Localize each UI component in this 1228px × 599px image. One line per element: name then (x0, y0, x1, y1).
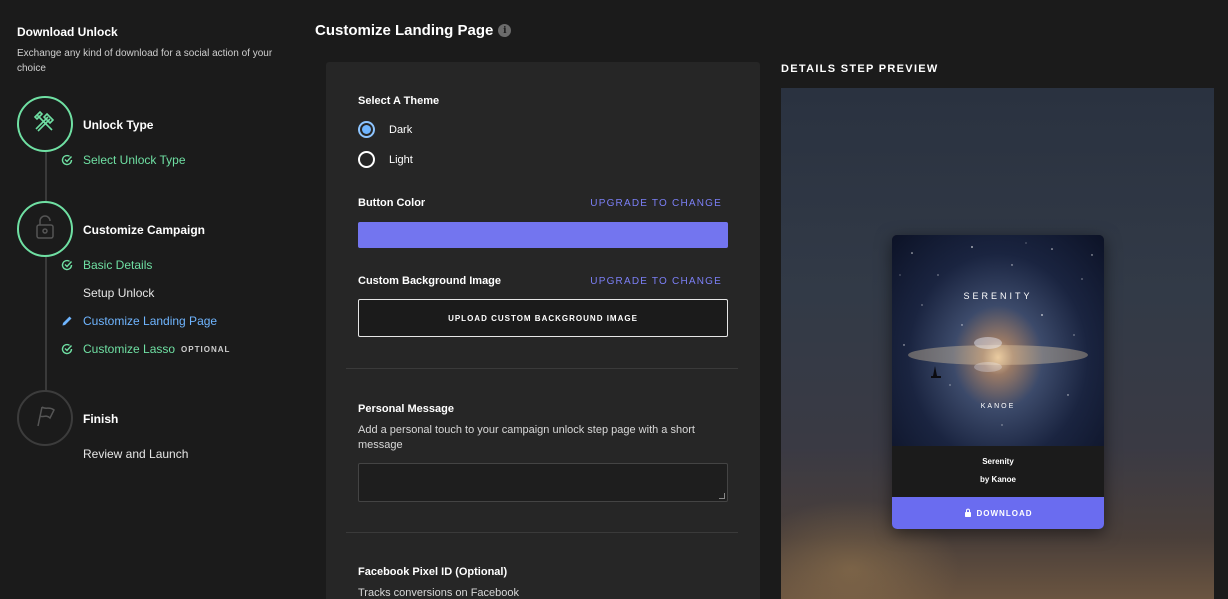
lock-icon (964, 508, 972, 519)
check-circle-icon (60, 153, 74, 167)
artwork-title: SERENITY (963, 291, 1033, 301)
personal-message-help: Add a personal touch to your campaign un… (358, 424, 695, 451)
info-icon[interactable]: i (498, 24, 512, 37)
preview-area: SERENITY KANOE Serenity by Kanoe DOWNLOA… (781, 88, 1214, 599)
preview-title: DETAILS STEP PREVIEW (781, 63, 939, 75)
download-label: DOWNLOAD (976, 508, 1033, 518)
progress-sidebar: Download Unlock Exchange any kind of dow… (0, 0, 300, 599)
background-image-label: Custom Background Image (358, 275, 502, 287)
theme-label: Select A Theme (358, 95, 440, 107)
pixel-id-label: Facebook Pixel ID (Optional) (358, 566, 508, 578)
album-artwork: SERENITY KANOE (892, 235, 1104, 446)
substep-label: Setup Unlock (83, 286, 155, 300)
check-circle-icon (60, 342, 74, 356)
personal-message-label: Personal Message (358, 403, 454, 415)
substep-label: Basic Details (83, 258, 153, 272)
upload-background-button[interactable]: UPLOAD CUSTOM BACKGROUND IMAGE (358, 299, 728, 337)
theme-option-label: Light (389, 153, 413, 166)
substep-label: Customize Landing Page (83, 314, 218, 328)
radio-selected[interactable] (358, 121, 375, 138)
step-2-circle (17, 201, 73, 257)
button-color-swatch[interactable] (358, 222, 728, 248)
substep-select-unlock-type[interactable]: Select Unlock Type (60, 153, 186, 167)
step-connector (45, 257, 47, 392)
sidebar-title: Download Unlock (17, 25, 118, 39)
step-title-customize-campaign: Customize Campaign (83, 223, 206, 237)
substep-review-launch[interactable]: Review and Launch (60, 447, 188, 461)
download-button[interactable]: DOWNLOAD (892, 497, 1104, 529)
optional-badge: OPTIONAL (181, 344, 231, 354)
resize-handle[interactable] (719, 493, 725, 499)
substep-customize-lasso[interactable]: Customize Lasso OPTIONAL (60, 342, 230, 356)
sidebar-description: Exchange any kind of download for a soci… (17, 48, 273, 74)
upgrade-link-background[interactable]: UPGRADE TO CHANGE (590, 276, 722, 287)
step-3-circle (17, 390, 73, 446)
divider (346, 368, 738, 369)
theme-option-label: Dark (389, 123, 413, 136)
divider (346, 532, 738, 533)
button-color-label: Button Color (358, 197, 426, 209)
preview-card: SERENITY KANOE Serenity by Kanoe DOWNLOA… (892, 235, 1104, 529)
track-artist: by Kanoe (979, 475, 1016, 484)
pixel-id-help: Tracks conversions on Facebook (358, 587, 519, 599)
personal-message-input[interactable] (358, 463, 728, 502)
step-1-circle (17, 96, 73, 152)
check-circle-icon (60, 258, 74, 272)
step-connector (45, 152, 47, 202)
theme-option-dark[interactable]: Dark (358, 121, 412, 138)
page-title-text: Customize Landing Page (315, 22, 494, 39)
upgrade-link-button-color[interactable]: UPGRADE TO CHANGE (590, 198, 722, 209)
substep-label: Select Unlock Type (83, 153, 186, 167)
theme-option-light[interactable]: Light (358, 151, 413, 168)
lock-icon (32, 213, 58, 246)
substep-basic-details[interactable]: Basic Details (60, 258, 152, 272)
substep-label: Review and Launch (83, 447, 189, 461)
radio-unselected[interactable] (358, 151, 375, 168)
settings-panel: Select A Theme Dark Light Button Color U… (326, 62, 760, 599)
substep-customize-landing-page[interactable]: Customize Landing Page (60, 314, 217, 328)
substep-setup-unlock[interactable]: Setup Unlock (60, 286, 154, 300)
tools-icon (31, 108, 59, 141)
artwork-artist: KANOE (980, 403, 1016, 410)
substep-label: Customize Lasso (83, 342, 176, 356)
track-name: Serenity (982, 457, 1014, 466)
pencil-icon (60, 314, 74, 328)
step-title-unlock-type: Unlock Type (83, 118, 154, 132)
flag-icon (32, 403, 58, 434)
step-title-finish: Finish (83, 412, 119, 426)
page-title: Customize Landing Page i (315, 22, 512, 39)
